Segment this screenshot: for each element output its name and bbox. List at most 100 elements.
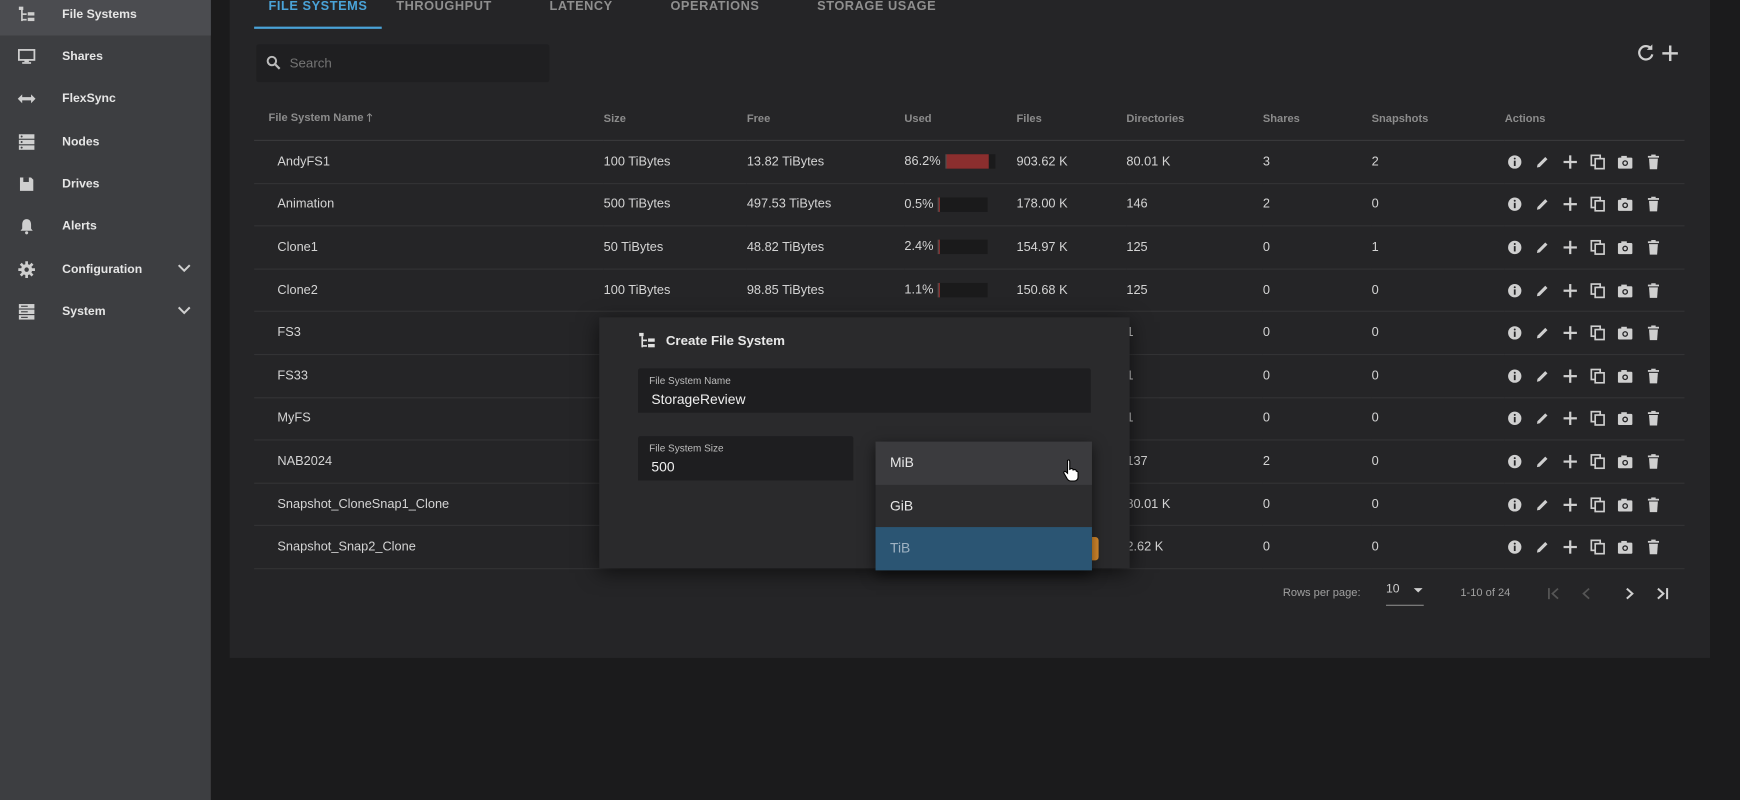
add-icon[interactable] (1560, 324, 1579, 343)
sidebar-item-flexsync[interactable]: FlexSync (0, 78, 211, 120)
unit-option-gib[interactable]: GiB (876, 484, 1092, 527)
snapshot-icon[interactable] (1616, 538, 1635, 557)
clone-icon[interactable] (1588, 452, 1607, 471)
tab-latency[interactable]: LATENCY (535, 0, 627, 29)
chevron-down-icon[interactable] (177, 263, 191, 276)
table-row[interactable]: Clone2 100 TiBytes 98.85 TiBytes 1.1% 150.68… (254, 268, 1685, 313)
table-row[interactable]: AndyFS1 100 TiBytes 13.82 TiBytes 86.2% 903.… (254, 140, 1685, 184)
unit-option-tib[interactable]: TiB (875, 527, 1092, 570)
edit-icon[interactable] (1532, 281, 1551, 300)
edit-icon[interactable] (1532, 538, 1551, 557)
info-icon[interactable] (1505, 238, 1524, 257)
sidebar-item-shares[interactable]: Shares (0, 36, 211, 78)
snapshot-icon[interactable] (1616, 281, 1635, 300)
clone-icon[interactable] (1588, 238, 1607, 257)
edit-icon[interactable] (1532, 452, 1551, 471)
info-icon[interactable] (1505, 366, 1524, 385)
add-icon[interactable] (1560, 495, 1579, 514)
edit-icon[interactable] (1532, 409, 1551, 428)
snapshot-icon[interactable] (1616, 195, 1635, 214)
snapshot-icon[interactable] (1616, 238, 1635, 257)
chevron-down-icon[interactable] (177, 305, 191, 318)
edit-icon[interactable] (1532, 495, 1551, 514)
prev-page-icon[interactable] (1574, 583, 1598, 605)
col-header-shares[interactable]: Shares (1262, 97, 1372, 141)
search-input[interactable] (287, 54, 536, 73)
info-icon[interactable] (1505, 495, 1524, 514)
add-icon[interactable] (1560, 195, 1579, 214)
sidebar-item-drives[interactable]: Drives (0, 163, 211, 205)
clone-icon[interactable] (1588, 495, 1607, 514)
delete-icon[interactable] (1643, 452, 1662, 471)
next-page-icon[interactable] (1618, 583, 1642, 605)
snapshot-icon[interactable] (1616, 366, 1635, 385)
add-icon[interactable] (1560, 238, 1579, 257)
edit-icon[interactable] (1532, 238, 1551, 257)
delete-icon[interactable] (1643, 495, 1662, 514)
col-header-snapshots[interactable]: Snapshots (1371, 97, 1505, 141)
clone-icon[interactable] (1588, 324, 1607, 343)
col-header-size[interactable]: Size (603, 97, 747, 141)
info-icon[interactable] (1505, 452, 1524, 471)
file-system-name-field[interactable]: File System Name (638, 368, 1091, 413)
file-system-size-input[interactable] (649, 458, 837, 477)
sidebar-item-nodes[interactable]: Nodes (0, 121, 211, 163)
delete-icon[interactable] (1643, 324, 1662, 343)
file-system-name-input[interactable] (649, 390, 1039, 409)
edit-icon[interactable] (1532, 152, 1551, 171)
col-header-name[interactable]: File System Name 🡑 (254, 97, 604, 141)
delete-icon[interactable] (1643, 195, 1662, 214)
info-icon[interactable] (1505, 409, 1524, 428)
unit-option-mib[interactable]: MiB (875, 441, 1092, 485)
sidebar-item-file-systems[interactable]: File Systems (0, 0, 211, 36)
edit-icon[interactable] (1532, 366, 1551, 385)
add-icon[interactable] (1560, 538, 1579, 557)
clone-icon[interactable] (1588, 152, 1607, 171)
col-header-files[interactable]: Files (1016, 97, 1127, 141)
sidebar-item-alerts[interactable]: Alerts (0, 205, 211, 247)
table-row[interactable]: Clone1 50 TiBytes 48.82 TiBytes 2.4% 154.97 … (254, 226, 1685, 270)
delete-icon[interactable] (1643, 152, 1662, 171)
sidebar-item-configuration[interactable]: Configuration (0, 249, 211, 291)
info-icon[interactable] (1505, 195, 1524, 214)
add-icon[interactable] (1560, 281, 1579, 300)
clone-icon[interactable] (1588, 409, 1607, 428)
file-system-size-field[interactable]: File System Size (638, 436, 854, 481)
add-icon[interactable] (1560, 152, 1579, 171)
delete-icon[interactable] (1643, 366, 1662, 385)
add-icon[interactable] (1560, 366, 1579, 385)
clone-icon[interactable] (1588, 366, 1607, 385)
delete-icon[interactable] (1643, 538, 1662, 557)
info-icon[interactable] (1505, 152, 1524, 171)
edit-icon[interactable] (1532, 195, 1551, 214)
rows-per-page-select[interactable]: 10 (1386, 583, 1424, 606)
sort-arrow-up-icon[interactable]: 🡑 (367, 112, 373, 124)
snapshot-icon[interactable] (1616, 324, 1635, 343)
snapshot-icon[interactable] (1616, 452, 1635, 471)
col-header-directories[interactable]: Directories (1126, 97, 1263, 141)
snapshot-icon[interactable] (1616, 152, 1635, 171)
snapshot-icon[interactable] (1616, 409, 1635, 428)
info-icon[interactable] (1505, 281, 1524, 300)
col-header-used[interactable]: Used (904, 97, 1017, 141)
refresh-icon[interactable] (1636, 43, 1656, 69)
table-row[interactable]: Animation 500 TiBytes 497.53 TiBytes 0.5% 17… (254, 183, 1685, 227)
edit-icon[interactable] (1532, 324, 1551, 343)
info-icon[interactable] (1505, 324, 1524, 343)
info-icon[interactable] (1505, 538, 1524, 557)
delete-icon[interactable] (1643, 281, 1662, 300)
add-icon[interactable] (1660, 43, 1680, 69)
delete-icon[interactable] (1643, 409, 1662, 428)
last-page-icon[interactable] (1650, 583, 1674, 605)
clone-icon[interactable] (1588, 538, 1607, 557)
first-page-icon[interactable] (1541, 583, 1565, 605)
clone-icon[interactable] (1588, 281, 1607, 300)
tab-storage-usage[interactable]: STORAGE USAGE (803, 0, 951, 29)
delete-icon[interactable] (1643, 238, 1662, 257)
add-icon[interactable] (1560, 452, 1579, 471)
clone-icon[interactable] (1588, 195, 1607, 214)
tab-throughput[interactable]: THROUGHPUT (382, 0, 506, 29)
col-header-free[interactable]: Free (746, 97, 905, 141)
add-icon[interactable] (1560, 409, 1579, 428)
tab-operations[interactable]: OPERATIONS (656, 0, 774, 29)
